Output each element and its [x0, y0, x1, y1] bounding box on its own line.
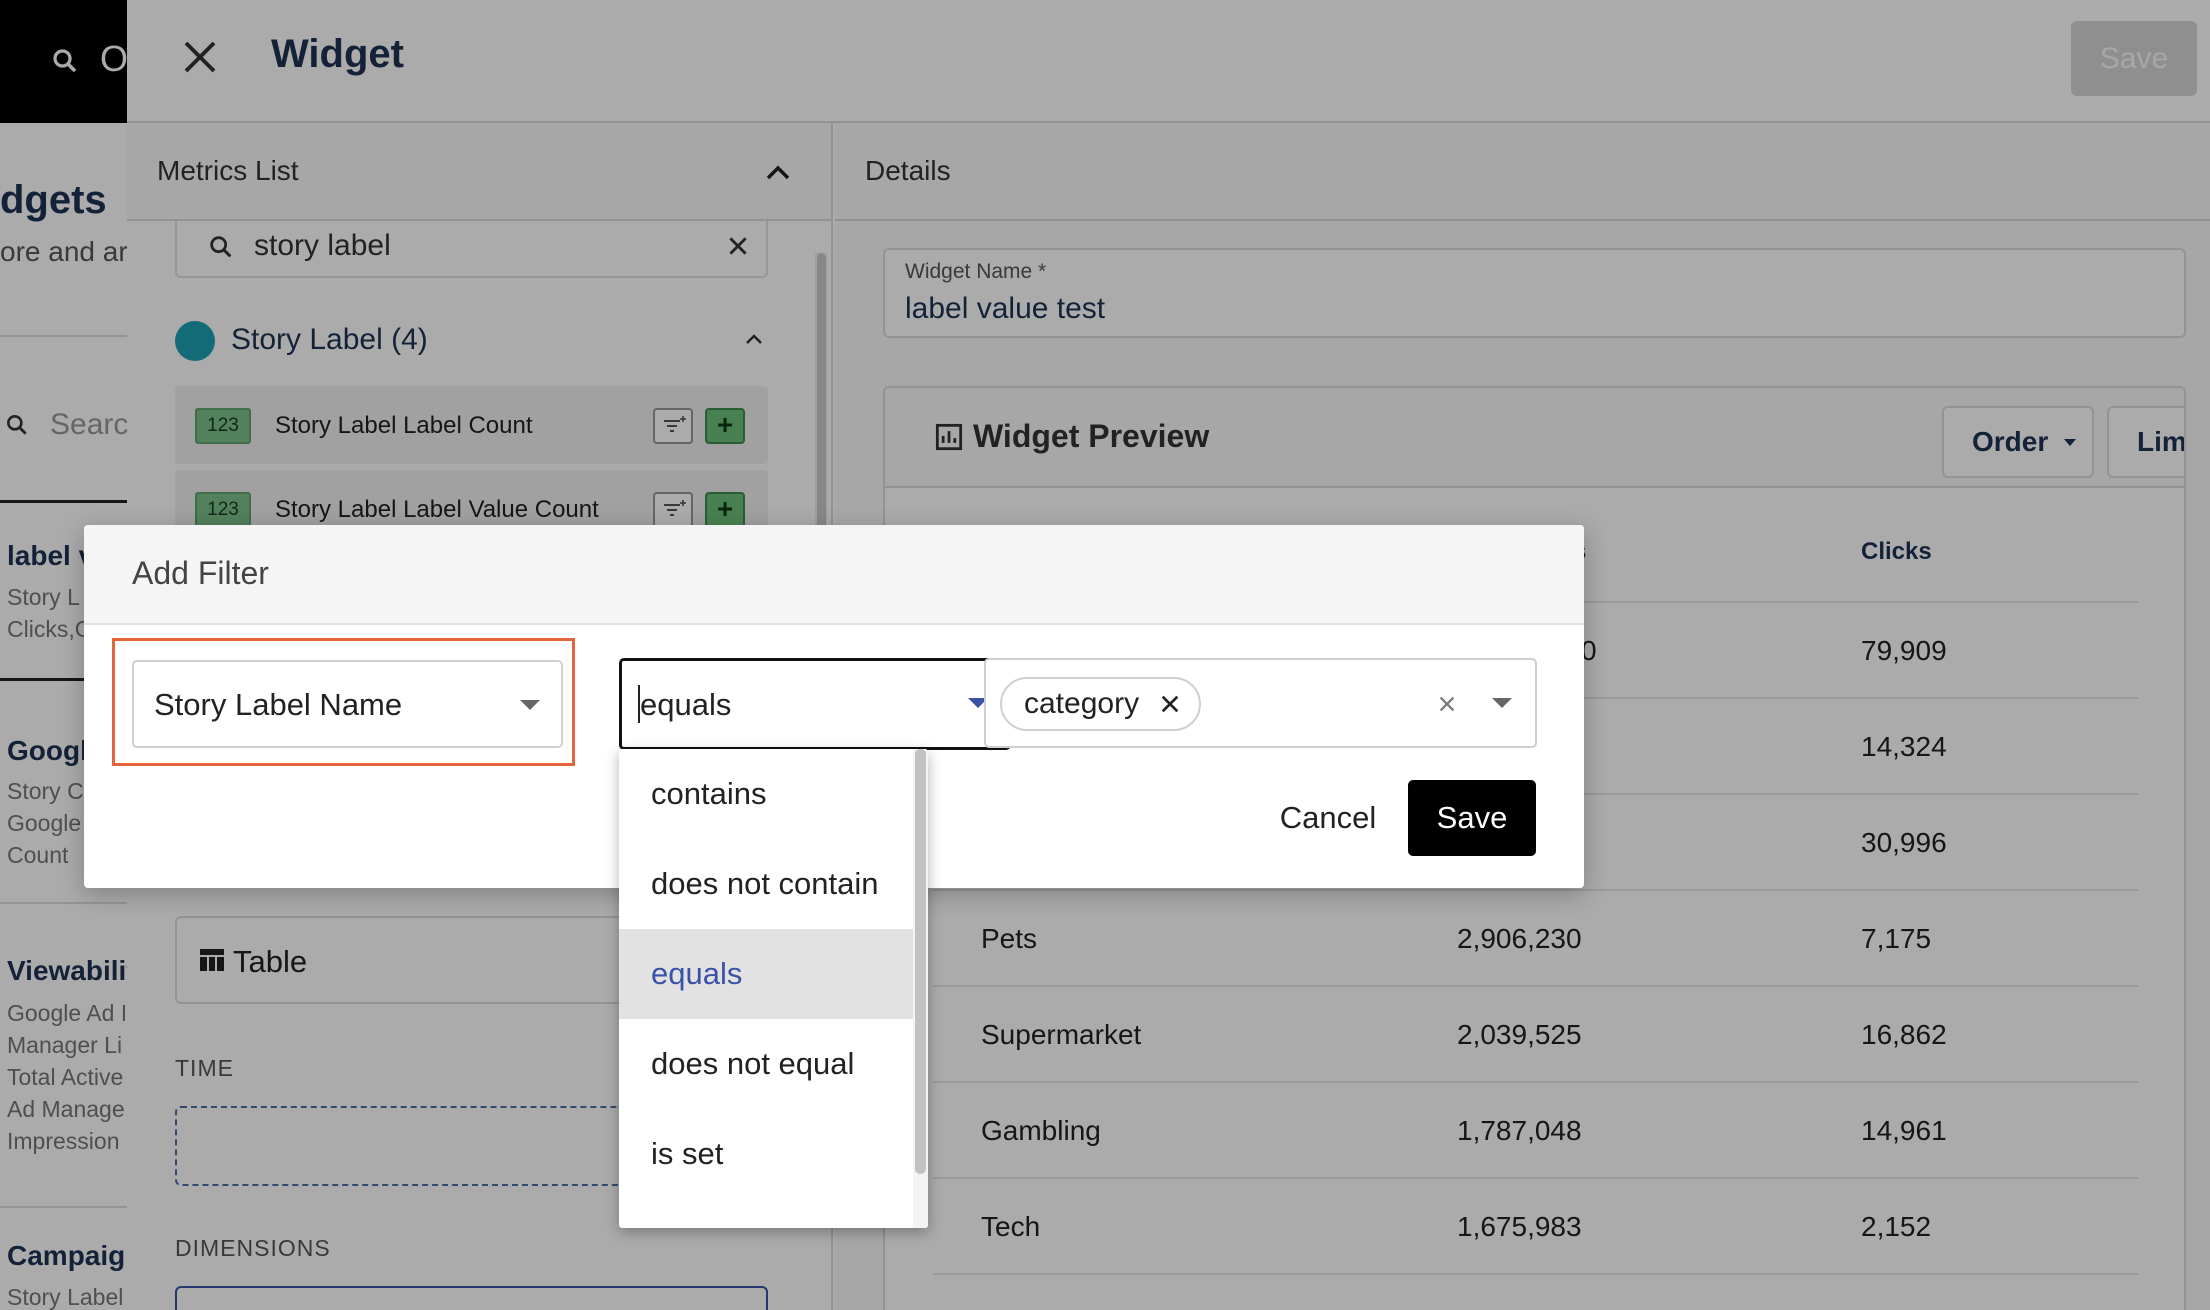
operator-option-does-not-contain[interactable]: does not contain	[619, 839, 913, 929]
save-filter-button[interactable]: Save	[1408, 780, 1536, 856]
filter-field-select[interactable]: Story Label Name	[132, 660, 563, 748]
dialog-header: Add Filter	[84, 525, 1584, 625]
filter-operator-value: equals	[640, 687, 732, 722]
operator-option-equals[interactable]: equals	[619, 929, 913, 1019]
remove-chip-icon[interactable]	[1159, 693, 1181, 715]
caret-down-icon[interactable]	[1492, 698, 1512, 708]
value-chip: category	[1000, 677, 1202, 731]
value-chip-label: category	[1024, 687, 1140, 720]
clear-icon[interactable]	[1436, 693, 1458, 715]
operator-option-does-not-equal[interactable]: does not equal	[619, 1019, 913, 1109]
dropdown-scrollbar-thumb[interactable]	[915, 749, 926, 1174]
caret-down-icon	[520, 700, 540, 710]
operator-option-contains[interactable]: contains	[619, 749, 913, 839]
filter-value-select[interactable]: category	[984, 658, 1537, 748]
operator-option-is-set[interactable]: is set	[619, 1109, 913, 1199]
operator-dropdown-menu: contains does not contain equals does no…	[619, 749, 928, 1228]
filter-operator-select[interactable]: equals	[619, 658, 1011, 750]
filter-field-value: Story Label Name	[154, 687, 403, 722]
cancel-button[interactable]: Cancel	[1248, 780, 1408, 856]
dialog-title: Add Filter	[132, 555, 269, 591]
